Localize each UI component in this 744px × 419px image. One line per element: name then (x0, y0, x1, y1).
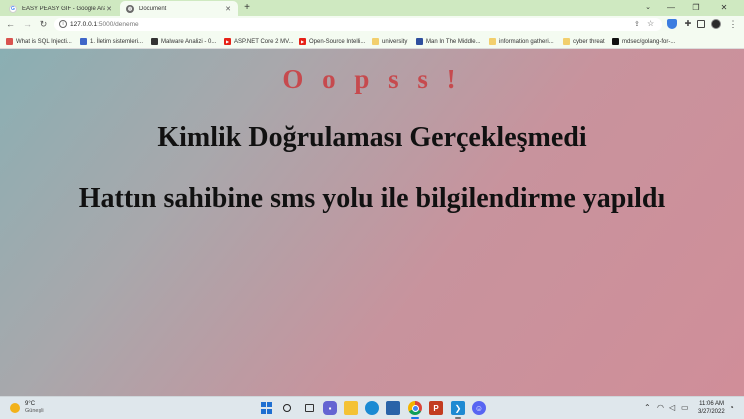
profile-avatar[interactable] (711, 19, 721, 29)
windows-logo-pane (260, 409, 266, 415)
github-icon (612, 38, 619, 45)
battery-icon[interactable]: ▭ (681, 403, 689, 412)
minimize-icon[interactable]: — (659, 0, 683, 16)
bookmark-label: ASP.NET Core 2 MV... (234, 38, 294, 45)
auth-failed-message: Kimlik Doğrulaması Gerçekleşmedi (157, 122, 587, 153)
close-tab-icon[interactable]: ✕ (105, 5, 113, 13)
bookmark-star-icon[interactable]: ☆ (647, 19, 654, 28)
bookmark-item[interactable]: university (372, 37, 407, 46)
close-tab-icon[interactable]: ✕ (224, 5, 232, 13)
bookmark-item[interactable]: What is SQL Injecti... (6, 37, 72, 46)
address-bar[interactable]: i 127.0.0.1:5000/deneme ⇪ ☆ (54, 18, 662, 31)
weather-widget[interactable]: 9°C Güneşli (10, 401, 44, 415)
page-viewport: O o p s s ! Kimlik Doğrulaması Gerçekleş… (0, 49, 744, 396)
bookmark-label: mdsec/golang-for-... (622, 38, 676, 45)
folder-icon (563, 38, 570, 45)
tab-title: EASY PEASY GIF - Google Arama (22, 5, 105, 12)
taskbar: 9°C Güneşli ▪ P ❯ ☺ ⌃ ◠ ◁ ▭ 11:06 AM 3/2… (0, 396, 744, 419)
windows-logo-pane (260, 401, 266, 407)
youtube-icon: ▶ (299, 38, 306, 45)
tab-document[interactable]: ◍ Document ✕ (120, 1, 238, 16)
extension-shield-icon[interactable] (667, 19, 677, 29)
new-tab-button[interactable]: + (242, 2, 252, 14)
menu-icon[interactable]: ⋮ (728, 19, 738, 29)
windows-logo-pane (266, 409, 272, 415)
url-path: :5000/deneme (97, 21, 139, 28)
bookmark-label: information gatheri... (499, 38, 554, 45)
notification-icon[interactable]: ◔ (729, 403, 734, 412)
file-explorer-icon[interactable] (344, 401, 358, 415)
bookmark-label: 1. İletim sistemleri... (90, 38, 144, 45)
extensions-puzzle-icon[interactable]: ✚ (683, 19, 693, 29)
vscode-icon[interactable]: ❯ (451, 401, 465, 415)
restore-icon[interactable]: ❐ (684, 0, 708, 16)
forward-icon[interactable]: → (21, 18, 34, 31)
task-view-icon[interactable] (302, 401, 316, 415)
bookmark-label: Man In The Middle... (426, 38, 481, 45)
youtube-icon: ▶ (224, 38, 231, 45)
bookmark-label: Malware Analizi - 0... (161, 38, 217, 45)
discord-icon[interactable]: ☺ (472, 401, 486, 415)
folder-icon (489, 38, 496, 45)
magnifier-lens (283, 404, 291, 412)
sms-notice-message: Hattın sahibine sms yolu ile bilgilendir… (78, 183, 666, 214)
globe-icon: ◍ (126, 4, 134, 13)
store-icon[interactable] (386, 401, 400, 415)
edge-browser-icon[interactable] (365, 401, 379, 415)
volume-muted-icon[interactable]: ◁ (669, 403, 675, 412)
start-button[interactable] (259, 401, 273, 415)
site-icon (416, 38, 423, 45)
clock-date: 3/27/2022 (698, 409, 725, 415)
show-hidden-icons-icon[interactable]: ⌃ (644, 403, 651, 412)
chrome-icon[interactable] (408, 401, 422, 415)
reload-icon[interactable]: ↻ (37, 18, 50, 31)
url-host: 127.0.0.1 (70, 21, 98, 28)
close-window-icon[interactable]: ✕ (712, 0, 736, 16)
share-icon[interactable]: ⇪ (634, 20, 640, 28)
search-icon[interactable] (280, 401, 294, 415)
bookmark-item[interactable]: cyber threat (563, 37, 605, 46)
browser-toolbar: ← → ↻ i 127.0.0.1:5000/deneme ⇪ ☆ ✚ ⋮ (0, 16, 744, 33)
error-heading: O o p s s ! (282, 64, 462, 94)
folder-icon (372, 38, 379, 45)
red-site-icon (6, 38, 13, 45)
weather-desc: Güneşli (25, 408, 44, 414)
tab-strip: G EASY PEASY GIF - Google Arama ✕ ◍ Docu… (0, 0, 744, 16)
tab-title: Document (139, 5, 167, 12)
site-info-icon[interactable]: i (59, 20, 67, 28)
weather-temp: 9°C (25, 401, 36, 407)
weather-text: 9°C Güneşli (25, 401, 44, 415)
bookmark-label: Open-Source Intelli... (309, 38, 366, 45)
tab-google-search[interactable]: G EASY PEASY GIF - Google Arama ✕ (3, 1, 119, 16)
bookmark-item[interactable]: mdsec/golang-for-... (612, 37, 675, 46)
tab-search-icon[interactable]: ⌄ (636, 0, 660, 16)
bookmark-item[interactable]: ▶ ASP.NET Core 2 MV... (224, 37, 294, 46)
office-icon[interactable]: P (429, 401, 443, 415)
bookmark-label: cyber threat (573, 38, 605, 45)
url-text[interactable]: 127.0.0.1:5000/deneme (70, 21, 139, 28)
wifi-icon[interactable]: ◠ (657, 403, 664, 412)
bookmark-item[interactable]: ▶ Open-Source Intelli... (299, 37, 365, 46)
back-icon[interactable]: ← (4, 18, 17, 31)
bookmark-label: university (382, 38, 408, 45)
bookmarks-bar: What is SQL Injecti... 1. İletim sisteml… (0, 33, 744, 49)
google-icon: G (9, 4, 17, 13)
system-clock[interactable]: 11:06 AM 3/27/2022 (698, 400, 725, 416)
windows-logo-pane (266, 401, 272, 407)
sun-icon (10, 403, 20, 413)
dark-site-icon (151, 38, 158, 45)
bookmark-item[interactable]: Man In The Middle... (416, 37, 481, 46)
bookmark-label: What is SQL Injecti... (16, 38, 72, 45)
site-icon (80, 38, 87, 45)
teams-chat-icon[interactable]: ▪ (323, 401, 337, 415)
bookmark-item[interactable]: information gatheri... (489, 37, 554, 46)
side-panel-icon[interactable] (697, 20, 705, 28)
bookmark-item[interactable]: 1. İletim sistemleri... (80, 37, 143, 46)
bookmark-item[interactable]: Malware Analizi - 0... (151, 37, 216, 46)
clock-time: 11:06 AM (699, 401, 724, 407)
task-view-window (304, 404, 314, 412)
